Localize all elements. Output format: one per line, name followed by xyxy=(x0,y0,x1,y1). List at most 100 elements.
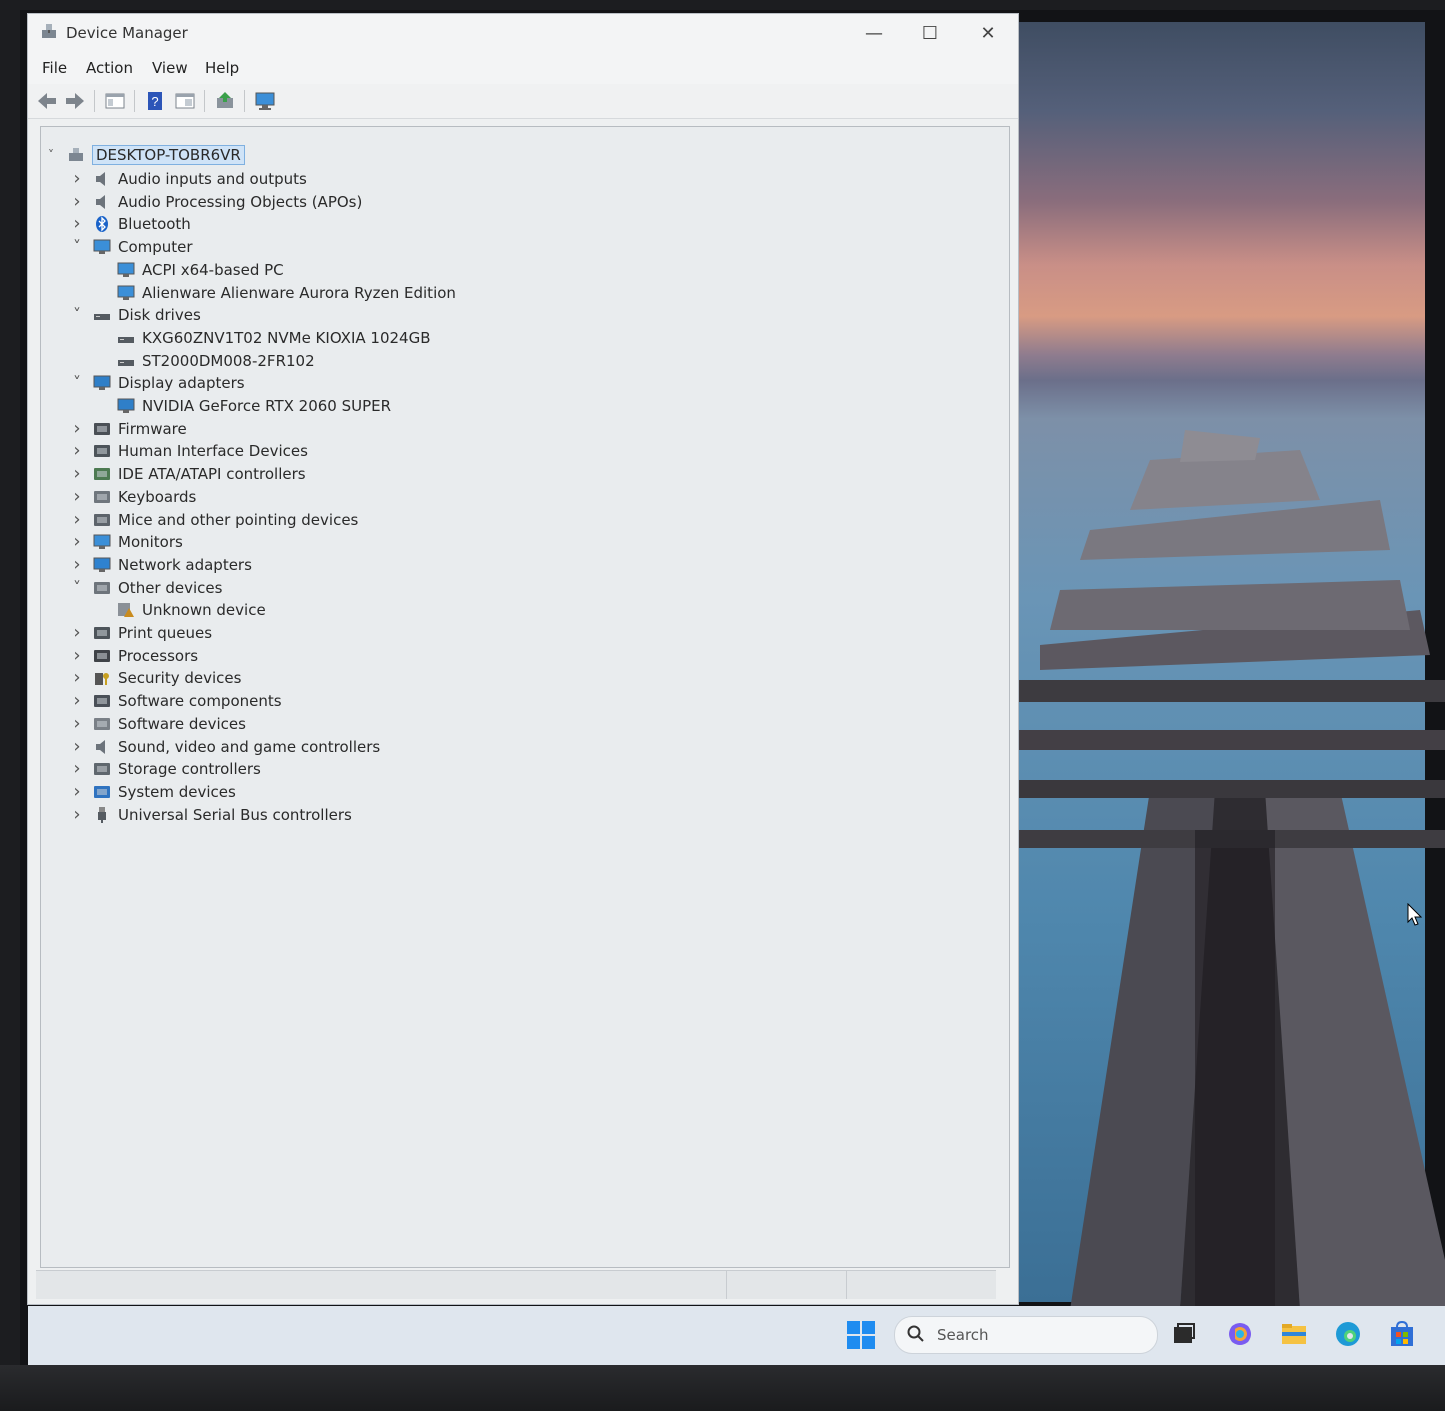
chevron-right-icon[interactable]: › xyxy=(69,465,85,483)
chevron-right-icon[interactable]: › xyxy=(69,669,85,687)
tree-category-item[interactable]: › Processors xyxy=(69,645,198,667)
chevron-right-icon[interactable]: › xyxy=(69,624,85,642)
close-button[interactable]: ✕ xyxy=(968,20,1008,48)
tree-category-item[interactable]: › Mice and other pointing devices xyxy=(69,509,358,531)
tree-category-item[interactable]: › Firmware xyxy=(69,418,186,440)
chevron-right-icon[interactable]: › xyxy=(69,737,85,755)
tree-category-item[interactable]: › Audio Processing Objects (APOs) xyxy=(69,191,362,213)
monitor-icon xyxy=(117,262,135,278)
chevron-right-icon[interactable]: › xyxy=(69,192,85,210)
menu-help[interactable]: Help xyxy=(205,59,239,77)
tree-category-item[interactable]: › Bluetooth xyxy=(69,213,190,235)
tree-category-item[interactable]: › Audio inputs and outputs xyxy=(69,168,306,190)
tree-device-item[interactable]: ACPI x64-based PC xyxy=(117,259,284,281)
tree-category-item[interactable]: › Software devices xyxy=(69,713,246,735)
tree-root-computer[interactable]: ˅ DESKTOP-TOBR6VR xyxy=(43,144,245,166)
chevron-right-icon[interactable]: › xyxy=(69,215,85,233)
chevron-right-icon[interactable]: › xyxy=(69,760,85,778)
menu-file[interactable]: File xyxy=(42,59,67,77)
tree-category-item[interactable]: ˅ Disk drives xyxy=(69,304,201,326)
monitor-icon xyxy=(93,239,111,255)
chevron-down-icon[interactable]: ˅ xyxy=(69,579,85,596)
category-label: Universal Serial Bus controllers xyxy=(118,805,352,824)
chevron-right-icon[interactable]: › xyxy=(69,555,85,573)
tree-device-item[interactable]: Unknown device xyxy=(117,599,266,621)
search-icon xyxy=(907,1325,924,1342)
category-label: Print queues xyxy=(118,624,213,642)
device-label: ST2000DM008-2FR102 xyxy=(142,351,315,370)
display-adapter-icon xyxy=(93,375,111,391)
chevron-right-icon[interactable]: › xyxy=(69,533,85,551)
tree-category-item[interactable]: › Universal Serial Bus controllers xyxy=(69,804,352,826)
monitor-icon xyxy=(117,285,135,301)
show-hide-console-tree-icon[interactable] xyxy=(104,90,126,112)
forward-arrow-icon[interactable] xyxy=(64,90,86,112)
chevron-right-icon[interactable]: › xyxy=(69,170,85,188)
chevron-right-icon[interactable]: › xyxy=(69,805,85,823)
category-label: IDE ATA/ATAPI controllers xyxy=(118,465,306,484)
warning-device-icon xyxy=(117,602,135,618)
properties-icon[interactable] xyxy=(174,90,196,112)
microsoft-store-icon[interactable] xyxy=(1388,1320,1416,1348)
category-label: Audio Processing Objects (APOs) xyxy=(118,192,363,211)
chevron-right-icon[interactable]: › xyxy=(69,442,85,460)
tree-category-item[interactable]: › Human Interface Devices xyxy=(69,440,308,462)
tree-category-item[interactable]: ˅ Computer xyxy=(69,236,193,258)
tree-category-item[interactable]: › Keyboards xyxy=(69,486,196,508)
tree-category-item[interactable]: › Software components xyxy=(69,690,281,712)
category-label: Monitors xyxy=(118,533,183,552)
tree-category-item[interactable]: › Network adapters xyxy=(69,554,252,576)
menu-action[interactable]: Action xyxy=(86,59,133,77)
tree-device-item[interactable]: Alienware Alienware Aurora Ryzen Edition xyxy=(117,282,456,304)
scan-hardware-changes-icon[interactable] xyxy=(254,90,276,112)
category-label: Human Interface Devices xyxy=(118,442,308,461)
chevron-right-icon[interactable]: › xyxy=(69,419,85,437)
windows-start-icon[interactable] xyxy=(846,1320,876,1350)
status-bar xyxy=(36,1270,996,1299)
chevron-down-icon[interactable]: ˅ xyxy=(69,375,85,391)
copilot-icon[interactable] xyxy=(1226,1320,1254,1348)
back-arrow-icon[interactable] xyxy=(36,90,58,112)
tree-category-item[interactable]: › Storage controllers xyxy=(69,758,260,780)
tree-category-item[interactable]: › IDE ATA/ATAPI controllers xyxy=(69,463,306,485)
processor-icon xyxy=(93,648,111,664)
component-icon xyxy=(93,693,111,709)
task-view-icon[interactable] xyxy=(1170,1320,1198,1348)
chevron-down-icon[interactable]: ˅ xyxy=(43,147,59,163)
chevron-down-icon[interactable]: ˅ xyxy=(69,239,85,255)
title-bar[interactable]: Device Manager — ☐ ✕ xyxy=(28,14,1018,54)
category-label: Other devices xyxy=(118,578,223,597)
taskbar-search-box[interactable]: Search xyxy=(894,1316,1158,1354)
tree-category-item[interactable]: ˅ Display adapters xyxy=(69,372,245,394)
chevron-right-icon[interactable]: › xyxy=(69,692,85,710)
edge-browser-icon[interactable] xyxy=(1334,1320,1362,1348)
help-icon[interactable]: ? xyxy=(144,90,166,112)
category-label: System devices xyxy=(118,782,236,801)
tree-device-item[interactable]: ST2000DM008-2FR102 xyxy=(117,350,315,372)
device-tree: ˅ DESKTOP-TOBR6VR › Audio inputs and output… xyxy=(40,126,1010,1268)
chevron-right-icon[interactable]: › xyxy=(69,646,85,664)
chevron-down-icon[interactable]: ˅ xyxy=(69,307,85,323)
tree-category-item[interactable]: › Security devices xyxy=(69,667,241,689)
maximize-button[interactable]: ☐ xyxy=(910,20,950,48)
category-label: Keyboards xyxy=(118,487,197,506)
toolbar: ? xyxy=(28,84,1018,119)
tree-device-item[interactable]: NVIDIA GeForce RTX 2060 SUPER xyxy=(117,395,391,417)
tree-category-item[interactable]: › Print queues xyxy=(69,622,212,644)
minimize-button[interactable]: — xyxy=(854,20,894,48)
category-label: Mice and other pointing devices xyxy=(118,510,359,529)
device-label: NVIDIA GeForce RTX 2060 SUPER xyxy=(142,397,392,415)
tree-category-item[interactable]: › Monitors xyxy=(69,531,183,553)
file-explorer-icon[interactable] xyxy=(1280,1320,1308,1348)
chevron-right-icon[interactable]: › xyxy=(69,487,85,505)
update-driver-icon[interactable] xyxy=(214,90,236,112)
tree-device-item[interactable]: KXG60ZNV1T02 NVMe KIOXIA 1024GB xyxy=(117,327,431,349)
chevron-right-icon[interactable]: › xyxy=(69,782,85,800)
tree-category-item[interactable]: ˅ Other devices xyxy=(69,577,222,599)
chevron-right-icon[interactable]: › xyxy=(69,510,85,528)
mouse-pointer-icon xyxy=(1407,903,1423,926)
menu-view[interactable]: View xyxy=(152,59,188,77)
chevron-right-icon[interactable]: › xyxy=(69,714,85,732)
tree-category-item[interactable]: › Sound, video and game controllers xyxy=(69,736,380,758)
tree-category-item[interactable]: › System devices xyxy=(69,781,236,803)
